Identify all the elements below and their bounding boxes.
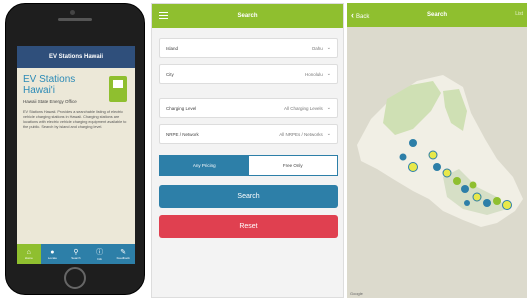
phone-frame: EV Stations Hawaii EV Stations Hawai'i H… (5, 3, 145, 295)
chevron-down-icon: ⌄ (326, 105, 331, 111)
app-title: EV Stations Hawai'i (23, 74, 76, 96)
nav-label: Search (71, 256, 81, 260)
nav-label: Info (97, 257, 103, 261)
network-select[interactable]: NRPE / Network All NRPEs / Networks ⌄ (159, 124, 338, 144)
menu-icon[interactable] (159, 12, 168, 19)
field-label: Island (166, 45, 179, 51)
search-header: Search (152, 4, 343, 28)
station-pin[interactable] (453, 177, 461, 185)
nav-info[interactable]: ⓘ Info (88, 244, 112, 264)
field-value: Honolulu (305, 71, 323, 77)
back-label: Back (356, 14, 370, 20)
nav-feedback[interactable]: ✎ Feedback (111, 244, 135, 264)
station-pin[interactable] (433, 163, 441, 171)
home-header: EV Stations Hawaii (17, 46, 135, 68)
feedback-icon: ✎ (120, 249, 127, 256)
map-header: ‹ Back Search List (347, 3, 527, 27)
any-pricing-option[interactable]: Any Pricing (160, 156, 249, 175)
station-pin[interactable] (483, 199, 491, 207)
search-icon: ⚲ (73, 249, 79, 256)
nav-label: Locate (47, 255, 57, 260)
search-screen: Search Island Oahu ⌄ City Honolulu ⌄ Cha… (151, 3, 344, 298)
search-button[interactable]: Search (159, 185, 338, 208)
chevron-down-icon: ⌄ (326, 71, 331, 77)
field-value: All Charging Levels (284, 105, 323, 111)
field-label: Charging Level (166, 105, 197, 111)
charging-level-select[interactable]: Charging Level All Charging Levels ⌄ (159, 98, 338, 118)
camera (70, 10, 75, 15)
station-pin[interactable] (464, 200, 470, 206)
map-attribution: Google (350, 291, 363, 296)
station-pin[interactable] (461, 185, 469, 193)
charger-icon (109, 76, 127, 102)
home-screen: EV Stations Hawaii EV Stations Hawai'i H… (17, 46, 135, 264)
bottom-nav: ⌂ Home ● Locate ⚲ Search ⓘ Info ✎ Feedback (17, 244, 135, 264)
field-value: Oahu (311, 45, 323, 51)
station-pin[interactable] (408, 162, 418, 172)
back-button[interactable]: ‹ Back (351, 10, 369, 20)
nav-label: Home (24, 255, 33, 260)
map-screen: ‹ Back Search List Google (347, 3, 527, 298)
chevron-down-icon: ⌄ (326, 131, 331, 137)
station-pin[interactable] (399, 153, 407, 161)
app-description: EV Stations Hawaii. Provides a searchabl… (23, 110, 127, 129)
nav-locate[interactable]: ● Locate (41, 244, 65, 264)
field-label: NRPE / Network (166, 131, 199, 137)
map-view[interactable] (347, 27, 527, 298)
pin-icon: ● (50, 248, 55, 256)
city-select[interactable]: City Honolulu ⌄ (159, 64, 338, 84)
nav-home[interactable]: ⌂ Home (17, 244, 41, 264)
info-icon: ⓘ (96, 249, 104, 256)
chevron-left-icon: ‹ (351, 10, 354, 20)
home-icon: ⌂ (26, 248, 31, 256)
station-pin[interactable] (502, 200, 512, 210)
station-pin[interactable] (409, 139, 417, 147)
free-only-option[interactable]: Free Only (248, 156, 337, 175)
station-pin[interactable] (442, 168, 452, 178)
nav-search[interactable]: ⚲ Search (64, 244, 88, 264)
station-pin[interactable] (493, 197, 501, 205)
chevron-down-icon: ⌄ (326, 45, 331, 51)
station-pin[interactable] (472, 192, 482, 202)
reset-button[interactable]: Reset (159, 215, 338, 238)
station-pin[interactable] (428, 150, 438, 160)
list-button[interactable]: List (515, 11, 523, 17)
station-pin[interactable] (469, 181, 477, 189)
field-label: City (166, 71, 174, 77)
nav-label: Feedback (116, 256, 130, 260)
field-value: All NRPEs / Networks (279, 131, 323, 137)
speaker (58, 18, 92, 21)
home-button[interactable] (64, 267, 86, 289)
pricing-toggle: Any Pricing Free Only (159, 155, 338, 176)
map-title: Search (426, 12, 447, 18)
island-select[interactable]: Island Oahu ⌄ (159, 38, 338, 58)
search-title: Search (237, 13, 258, 19)
